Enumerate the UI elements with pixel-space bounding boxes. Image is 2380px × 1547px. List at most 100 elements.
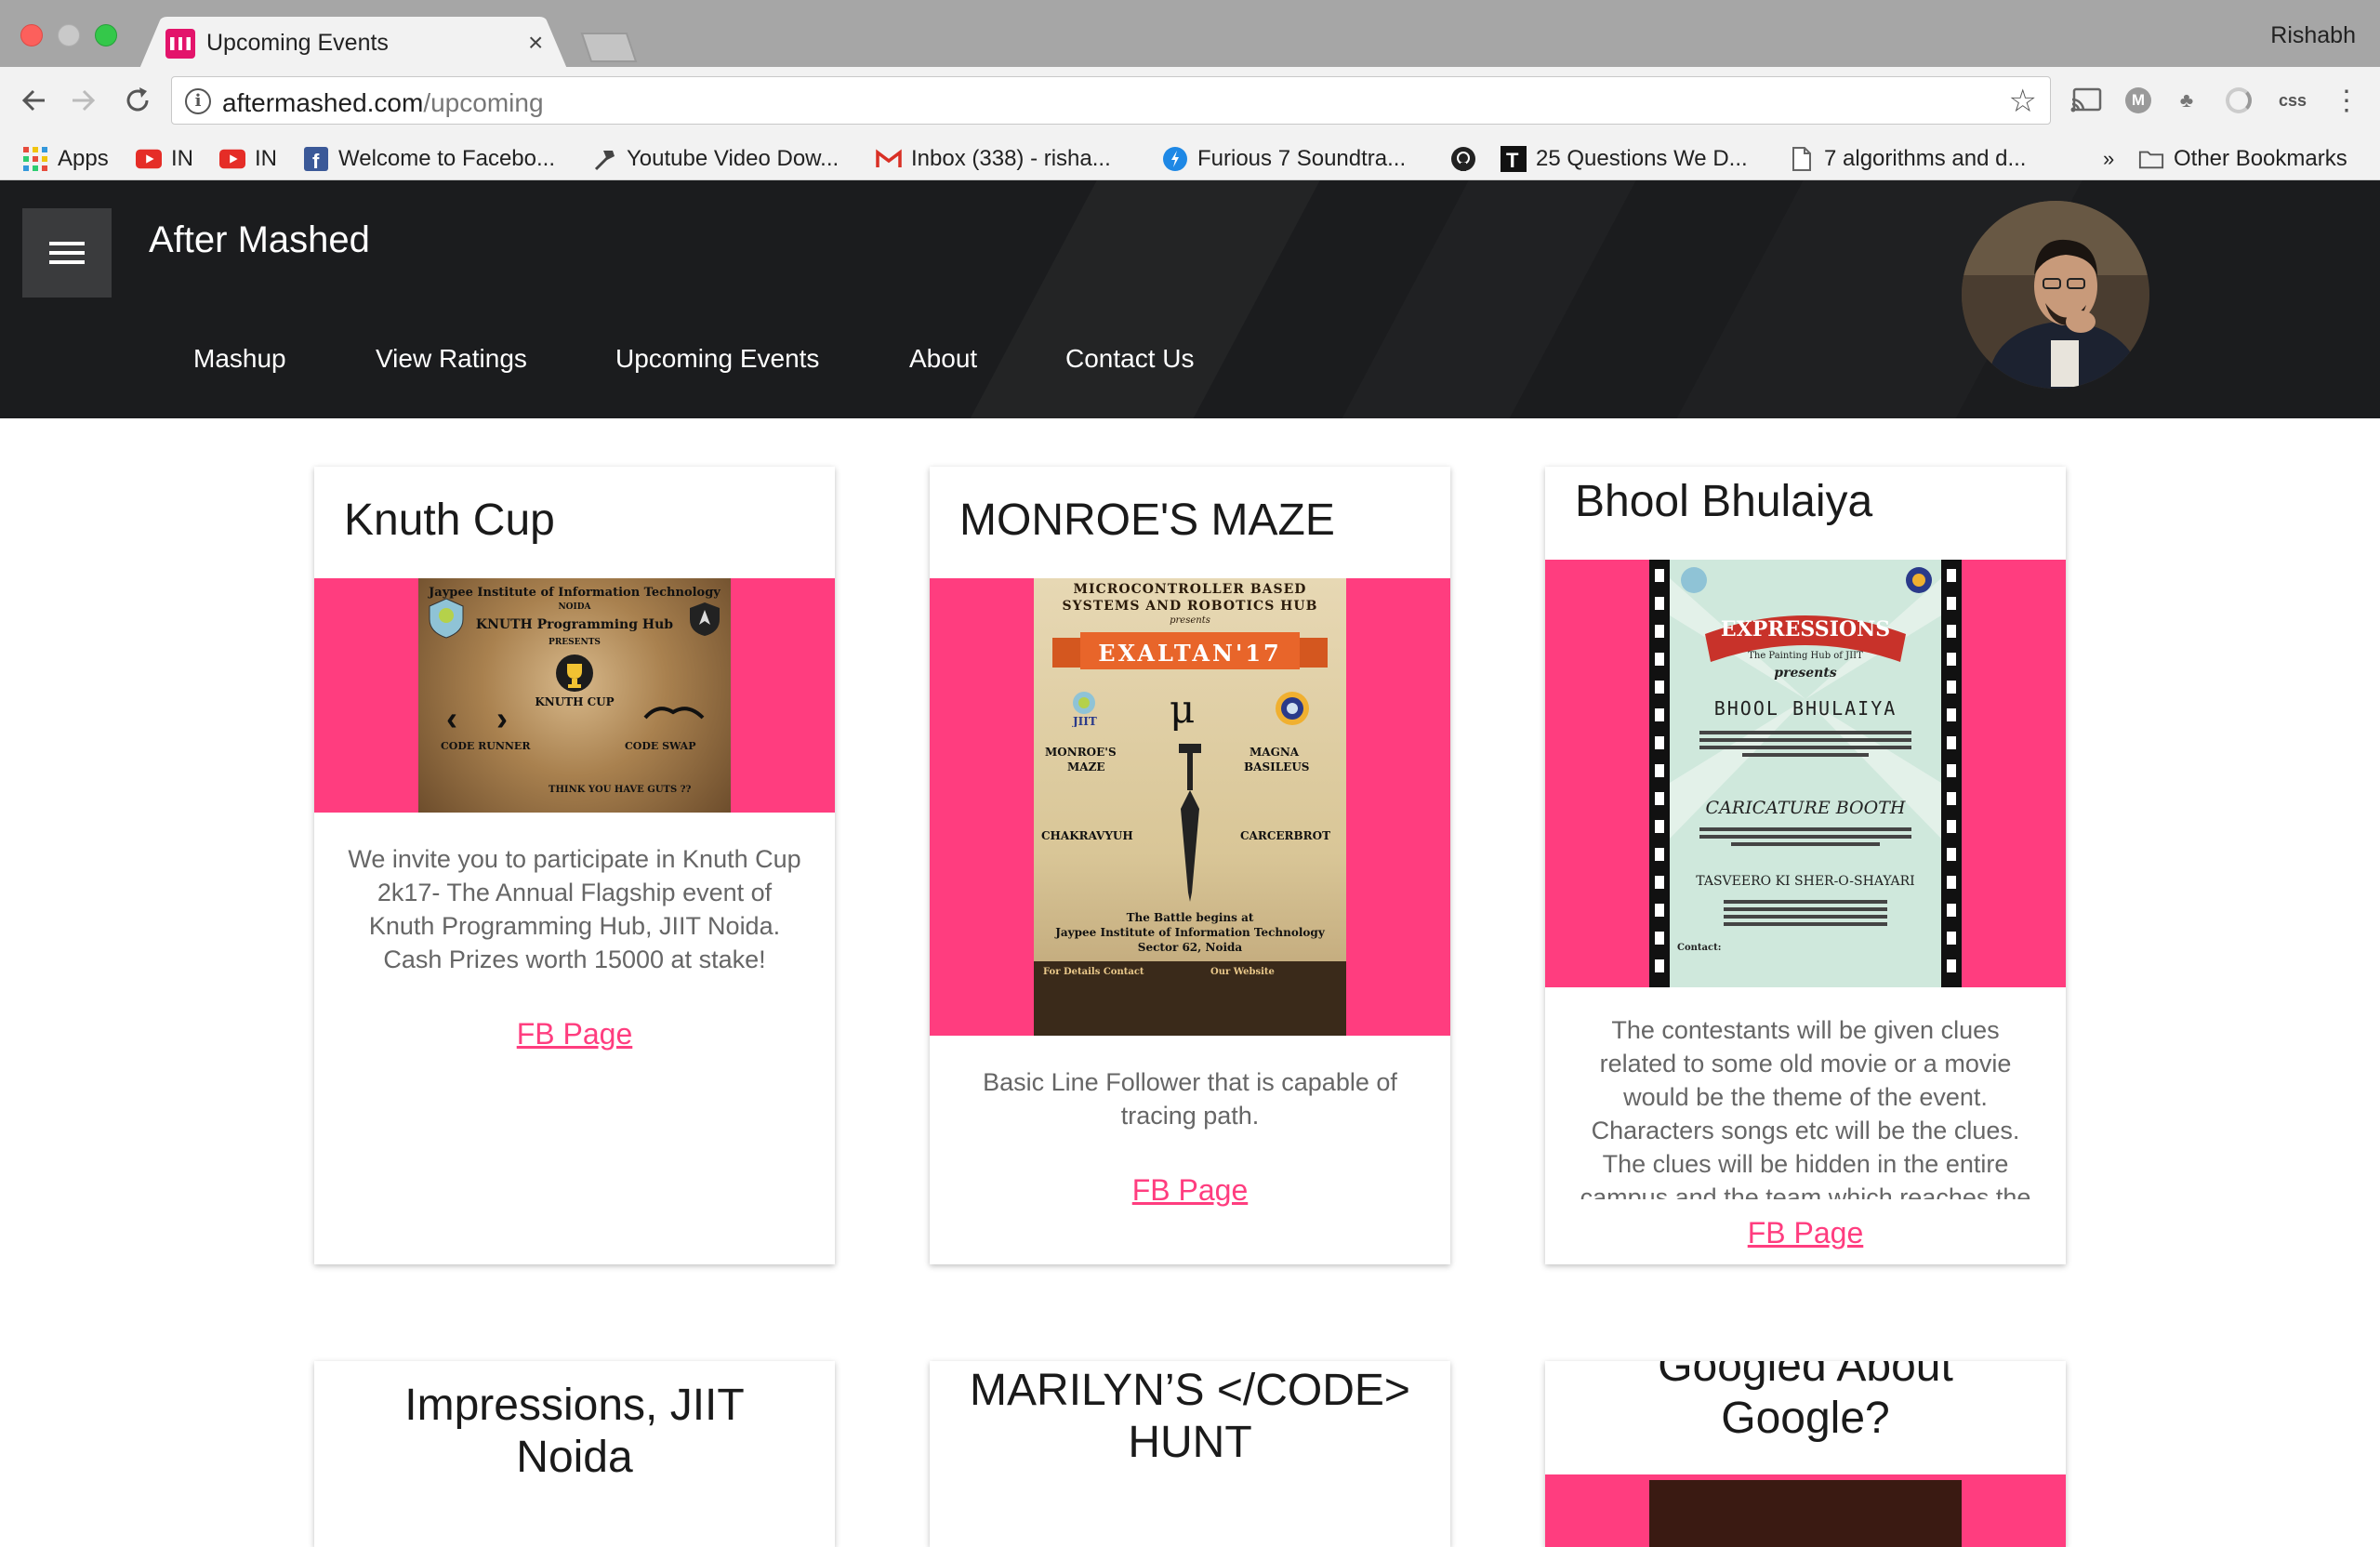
card-title: Bhool Bhulaiya xyxy=(1575,477,1873,526)
poster-text: BASILEUS xyxy=(1244,760,1310,774)
poster-text: EXALTAN'17 xyxy=(1098,640,1282,667)
nav-about[interactable]: About xyxy=(909,344,977,374)
fullscreen-window-button[interactable] xyxy=(95,24,117,46)
event-card-monroes-maze: MONROE'S MAZE MICROCONTROLLER BASED SYST… xyxy=(930,467,1450,1264)
nav-contact-us[interactable]: Contact Us xyxy=(1065,344,1195,374)
nav-mashup[interactable]: Mashup xyxy=(193,344,286,374)
bookmark-label: IN xyxy=(171,146,193,171)
fb-page-link[interactable]: FB Page xyxy=(930,1173,1450,1208)
club-logo-icon xyxy=(1276,692,1309,725)
poster-footer: For Details Contact Our Website xyxy=(1034,961,1346,1036)
bookmark-label: Youtube Video Dow... xyxy=(627,146,840,171)
tree-extension-icon[interactable]: ♣ xyxy=(2170,84,2203,117)
t-icon: T xyxy=(1501,146,1527,172)
poster-text: The Painting Hub of JIIT xyxy=(1748,651,1863,661)
tab-title: Upcoming Events xyxy=(206,30,389,56)
poster-text: For Details Contact xyxy=(1043,967,1144,977)
hammer-icon xyxy=(591,146,617,172)
hamburger-menu-button[interactable] xyxy=(22,208,112,298)
bookmark-label: Welcome to Facebo... xyxy=(338,146,555,171)
event-card-impressions: Impressions, JIIT Noida xyxy=(314,1361,835,1547)
page-icon xyxy=(1789,146,1815,172)
chrome-menu-icon[interactable]: ⋮ xyxy=(2330,84,2363,117)
event-card-knuth-cup: Knuth Cup Jaypee Institute of Informatio… xyxy=(314,467,835,1264)
site-header: After Mashed Mashup View Ratings Upcomin… xyxy=(0,180,2380,418)
bookmark-25-questions[interactable]: T 25 Questions We D... xyxy=(1501,143,1748,175)
circle-extension-icon[interactable] xyxy=(2222,84,2255,117)
bookmark-7-algorithms[interactable]: 7 algorithms and d... xyxy=(1789,143,2026,175)
card-image-area: MICROCONTROLLER BASED SYSTEMS AND ROBOTI… xyxy=(930,578,1450,1036)
bookmark-youtube-downloader[interactable]: Youtube Video Dow... xyxy=(591,143,839,175)
card-title: MARILYN’S </CODE> HUNT xyxy=(970,1366,1410,1467)
monroes-maze-poster: MICROCONTROLLER BASED SYSTEMS AND ROBOTI… xyxy=(1034,578,1346,1036)
minimize-window-button[interactable] xyxy=(58,24,80,46)
poster-text: Our Website xyxy=(1210,967,1275,977)
bookmark-furious-7[interactable]: Furious 7 Soundtra... xyxy=(1162,143,1406,175)
jiit-logo-icon: JIIT xyxy=(1072,692,1097,727)
chevron-left-icon: ‹ xyxy=(446,699,457,737)
poster-text: SYSTEMS AND ROBOTICS HUB xyxy=(1062,599,1318,614)
new-tab-button[interactable] xyxy=(578,32,640,63)
poster-text: BHOOL BHULAIYA xyxy=(1713,697,1897,720)
profile-name[interactable]: Rishabh xyxy=(2270,22,2356,49)
address-bar[interactable]: i aftermashed.com/upcoming ☆ xyxy=(171,76,2051,125)
poster-fine-print xyxy=(1724,896,1887,939)
bookmark-youtube-in-2[interactable]: IN xyxy=(219,143,277,175)
poster-text: Jaypee Institute of Information Technolo… xyxy=(1055,926,1325,939)
card-title: Googled About Google? xyxy=(1658,1361,1953,1443)
user-avatar[interactable] xyxy=(1962,201,2149,389)
poster-text: Contact: xyxy=(1677,943,1722,953)
bookmark-github[interactable] xyxy=(1450,143,1476,175)
url-text[interactable]: aftermashed.com/upcoming xyxy=(222,88,544,118)
sword-icon xyxy=(1179,744,1201,902)
poster-text: TASVEERO KI SHER-O-SHAYARI xyxy=(1696,874,1915,889)
fb-page-link[interactable]: FB Page xyxy=(1545,1216,2066,1250)
back-arrow-icon[interactable] xyxy=(15,82,52,119)
url-path: /upcoming xyxy=(423,88,544,117)
bookmark-gmail-inbox[interactable]: Inbox (338) - risha... xyxy=(876,143,1111,175)
handshake-icon xyxy=(643,707,705,720)
svg-text:JIIT: JIIT xyxy=(1072,715,1097,727)
bookmarks-overflow-chevron-icon[interactable]: » xyxy=(2103,143,2114,175)
bookmark-youtube-in-1[interactable]: IN xyxy=(136,143,193,175)
close-window-button[interactable] xyxy=(20,24,43,46)
m-extension-icon[interactable]: M xyxy=(2122,84,2155,117)
nav-upcoming-events[interactable]: Upcoming Events xyxy=(615,344,819,374)
card-image-area xyxy=(1545,1474,2066,1547)
poster-text: presents xyxy=(1170,615,1210,626)
fb-page-link[interactable]: FB Page xyxy=(314,1017,835,1051)
bookmark-label: 25 Questions We D... xyxy=(1536,146,1748,171)
tab-close-icon[interactable]: × xyxy=(528,28,543,58)
card-title: MONROE'S MAZE xyxy=(959,496,1335,545)
poster-text: Jaypee Institute of Information Technolo… xyxy=(429,586,721,600)
poster-text: PRESENTS xyxy=(549,638,601,647)
poster-text: The Battle begins at xyxy=(1126,911,1254,924)
forward-arrow-icon[interactable] xyxy=(65,82,102,119)
event-poster xyxy=(1649,1480,1962,1547)
poster-text: MICROCONTROLLER BASED xyxy=(1073,582,1307,597)
site-info-icon[interactable]: i xyxy=(185,88,211,114)
tab-upcoming-events[interactable]: Upcoming Events × xyxy=(139,17,567,69)
bookmark-facebook[interactable]: f Welcome to Facebo... xyxy=(303,143,555,175)
bookmark-other-bookmarks[interactable]: Other Bookmarks xyxy=(2138,143,2347,175)
url-host: aftermashed.com xyxy=(222,88,424,117)
bookmark-apps[interactable]: Apps xyxy=(22,143,109,175)
event-card-googled-about-google: Googled About Google? xyxy=(1545,1361,2066,1547)
bookmarks-bar: Apps IN IN f Welcome to Facebo... Youtub… xyxy=(0,138,2380,180)
site-brand[interactable]: After Mashed xyxy=(149,219,370,261)
css-extension-icon[interactable]: css xyxy=(2276,84,2309,117)
cast-icon[interactable] xyxy=(2069,84,2103,117)
nav-view-ratings[interactable]: View Ratings xyxy=(376,344,527,374)
header-decoration xyxy=(1311,180,1646,418)
poster-text: CODE RUNNER xyxy=(441,740,531,752)
bookmark-star-icon[interactable]: ☆ xyxy=(2009,83,2037,120)
reload-icon[interactable] xyxy=(119,82,156,119)
poster-text: THINK YOU HAVE GUTS ?? xyxy=(549,785,692,795)
card-title: Knuth Cup xyxy=(344,496,555,545)
poster-text: MONROE'S xyxy=(1045,746,1117,759)
poster-text: CARCERBROT xyxy=(1240,829,1331,842)
poster-text: CHAKRAVYUH xyxy=(1041,829,1133,842)
gmail-icon xyxy=(876,146,902,172)
bookmark-label: 7 algorithms and d... xyxy=(1824,146,2027,171)
bookmark-label: Inbox (338) - risha... xyxy=(911,146,1111,171)
